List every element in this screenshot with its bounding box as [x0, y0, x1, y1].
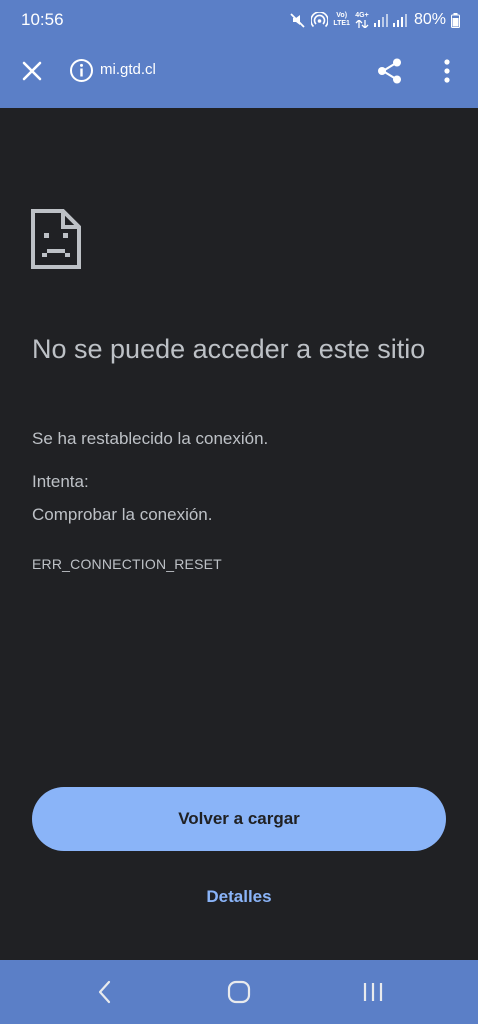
home-icon[interactable]: [226, 979, 252, 1005]
details-link[interactable]: Detalles: [0, 887, 478, 907]
network-type-text: 4G+: [355, 12, 369, 19]
info-icon[interactable]: [69, 58, 94, 83]
back-icon[interactable]: [94, 978, 116, 1006]
status-icons: Vo) LTE1 4G+ 80%: [290, 9, 460, 31]
more-vert-icon[interactable]: [438, 57, 456, 85]
screen: 10:56 Vo) LTE1 4G+ 80% mi.gtd.cl No se p…: [0, 0, 478, 1024]
hotspot-icon: [311, 11, 329, 27]
lte-text: LTE1: [333, 20, 350, 27]
status-time: 10:56: [21, 10, 64, 29]
battery-icon: [451, 12, 460, 28]
error-message: Se ha restablecido la conexión.: [32, 429, 269, 448]
suggestion-text: Comprobar la conexión.: [32, 505, 213, 524]
close-icon[interactable]: [18, 57, 46, 85]
recents-icon[interactable]: [360, 980, 386, 1004]
share-icon[interactable]: [376, 56, 404, 86]
sad-page-icon: [31, 209, 81, 269]
status-bar: 10:56 Vo) LTE1 4G+ 80%: [0, 0, 478, 40]
browser-toolbar: mi.gtd.cl: [0, 40, 478, 108]
try-label: Intenta:: [32, 472, 89, 491]
signal-sim2-icon: [392, 14, 407, 27]
volte-indicator: Vo) LTE1: [333, 12, 350, 28]
navigation-bar: [0, 960, 478, 1024]
data-indicator: 4G+: [355, 12, 369, 28]
url-text[interactable]: mi.gtd.cl: [100, 61, 156, 78]
mute-icon: [290, 13, 305, 28]
volte-text: Vo): [336, 12, 348, 19]
reload-button[interactable]: Volver a cargar: [32, 787, 446, 851]
battery-percent: 80%: [413, 11, 446, 28]
top-bar: 10:56 Vo) LTE1 4G+ 80% mi.gtd.cl: [0, 0, 478, 108]
error-heading: No se puede acceder a este sitio: [32, 334, 426, 364]
error-code: ERR_CONNECTION_RESET: [32, 556, 222, 572]
data-arrows-icon: [355, 20, 369, 28]
signal-sim1-icon: [373, 14, 388, 27]
